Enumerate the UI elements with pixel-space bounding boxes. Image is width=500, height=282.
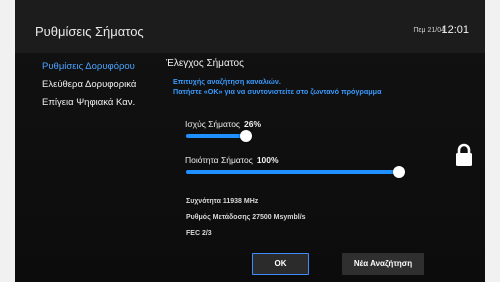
signal-strength-text: Ισχύς Σήματος: [185, 119, 241, 129]
ok-button[interactable]: OK: [252, 253, 309, 275]
header-bar: Ρυθμίσεις Σήματος Πεμ 21/04 12:01: [15, 0, 485, 53]
signal-strength-knob: [240, 130, 252, 142]
signal-strength-bar: [186, 130, 252, 142]
sidebar-item-satellite-settings[interactable]: Ρυθμίσεις Δορυφόρου: [42, 58, 167, 76]
signal-quality-knob: [393, 166, 405, 178]
signal-quality-value: 100%: [256, 155, 279, 165]
signal-quality-text: Ποιότητα Σήματος: [185, 155, 253, 165]
frequency-info: Συχνότητα 11938 MHz: [186, 198, 259, 205]
signal-quality-bar: [186, 166, 405, 178]
sidebar-menu: Ρυθμίσεις Δορυφόρου Ελεύθερα Δορυφορικά …: [42, 58, 167, 112]
symbol-rate-info: Ρυθμός Μετάδοσης 27500 Msymbl/s: [186, 214, 306, 221]
signal-quality-fill: [186, 170, 399, 174]
clock-date: Πεμ 21/04: [413, 27, 445, 34]
status-message-line1: Επιτυχής αναζήτηση καναλιών.: [173, 77, 281, 86]
lock-icon: [455, 143, 473, 172]
signal-strength-value: 26%: [244, 119, 262, 129]
signal-quality-label: Ποιότητα Σήματος 100%: [185, 155, 279, 165]
section-title: Έλεγχος Σήματος: [166, 58, 244, 69]
tv-screen: Ρυθμίσεις Σήματος Πεμ 21/04 12:01 Ρυθμίσ…: [15, 0, 485, 282]
new-search-button[interactable]: Νέα Αναζήτηση: [342, 253, 424, 275]
status-message-line2: Πατήστε «ΟΚ» για να συντονιστείτε στο ζω…: [173, 87, 382, 96]
signal-strength-fill: [186, 134, 246, 138]
fec-info: FEC 2/3: [186, 230, 212, 237]
clock-time: 12:01: [441, 24, 469, 36]
sidebar-item-terrestrial-digital[interactable]: Επίγεια Ψηφιακά Καν.: [42, 94, 167, 112]
sidebar-item-free-satellite[interactable]: Ελεύθερα Δορυφορικά: [42, 76, 167, 94]
page-title: Ρυθμίσεις Σήματος: [35, 24, 144, 39]
signal-strength-label: Ισχύς Σήματος 26%: [185, 119, 261, 129]
